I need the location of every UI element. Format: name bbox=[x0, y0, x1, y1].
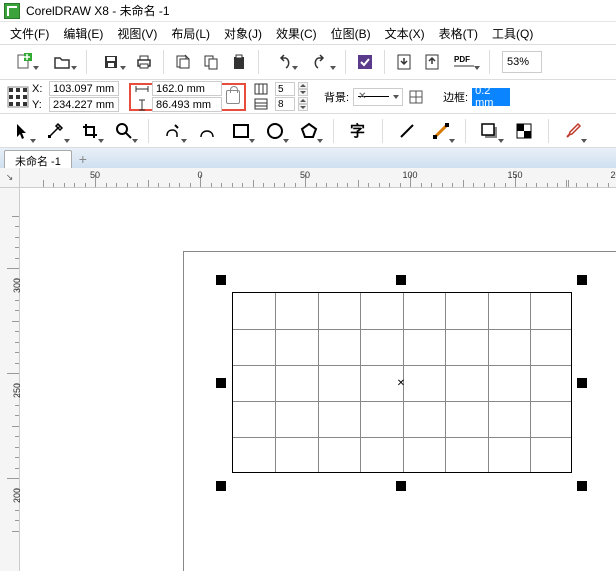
menu-bitmap[interactable]: 位图(B) bbox=[325, 23, 377, 44]
menu-tools[interactable]: 工具(Q) bbox=[486, 23, 539, 44]
new-button[interactable] bbox=[6, 49, 42, 75]
svg-text:PDF: PDF bbox=[454, 55, 470, 64]
menu-table[interactable]: 表格(T) bbox=[433, 23, 484, 44]
zoom-input[interactable]: 53% bbox=[502, 51, 542, 73]
x-label: X: bbox=[32, 83, 46, 95]
selection-handle[interactable] bbox=[216, 378, 226, 388]
property-bar: X: 103.097 mm Y: 234.227 mm 162.0 mm 86.… bbox=[0, 80, 616, 114]
print-button[interactable] bbox=[131, 49, 157, 75]
rowcol-group: 5 8 bbox=[254, 82, 308, 111]
export-button[interactable] bbox=[419, 49, 445, 75]
ruler-label: 150 bbox=[507, 170, 522, 180]
selection-center-icon[interactable]: ✕ bbox=[396, 378, 406, 388]
size-group: 162.0 mm 86.493 mm bbox=[135, 81, 222, 112]
outline-input[interactable]: 0.2 mm bbox=[472, 88, 510, 106]
ellipse-tool[interactable] bbox=[259, 117, 291, 145]
ruler-label: 100 bbox=[402, 170, 417, 180]
canvas-viewport[interactable]: ✕ bbox=[20, 188, 616, 571]
eyedropper-tool[interactable] bbox=[557, 117, 589, 145]
snap-button[interactable] bbox=[352, 49, 378, 75]
position-group: X: 103.097 mm Y: 234.227 mm bbox=[32, 81, 119, 112]
height-input[interactable]: 86.493 mm bbox=[152, 97, 222, 112]
transparency-tool[interactable] bbox=[508, 117, 540, 145]
ruler-label: 200 bbox=[610, 170, 616, 180]
undo-button[interactable] bbox=[265, 49, 301, 75]
selection-handle[interactable] bbox=[396, 481, 406, 491]
pick-tool[interactable] bbox=[6, 117, 38, 145]
ruler-label: 0 bbox=[197, 170, 202, 180]
width-icon bbox=[135, 84, 149, 94]
bg-dropdown[interactable]: ✕ bbox=[353, 88, 403, 106]
selection-handle[interactable] bbox=[577, 275, 587, 285]
selection-handle[interactable] bbox=[216, 275, 226, 285]
lock-ratio-icon[interactable] bbox=[226, 90, 240, 104]
freehand-tool[interactable] bbox=[157, 117, 189, 145]
zoom-tool[interactable] bbox=[108, 117, 140, 145]
y-input[interactable]: 234.227 mm bbox=[49, 97, 119, 112]
rows-input[interactable]: 8 bbox=[275, 97, 295, 111]
standard-toolbar: PDF 53% bbox=[0, 44, 616, 80]
rows-stepper[interactable] bbox=[298, 97, 308, 111]
size-highlight: 162.0 mm 86.493 mm bbox=[129, 83, 246, 111]
cols-icon bbox=[254, 83, 268, 95]
text-tool[interactable]: 字 bbox=[342, 117, 374, 145]
ruler-vertical[interactable]: 300250200 bbox=[0, 188, 20, 571]
ruler-label: 50 bbox=[90, 170, 100, 180]
menu-file[interactable]: 文件(F) bbox=[4, 23, 55, 44]
width-input[interactable]: 162.0 mm bbox=[152, 81, 222, 96]
bezier-tool[interactable] bbox=[191, 117, 223, 145]
menubar: 文件(F) 编辑(E) 视图(V) 布局(L) 对象(J) 效果(C) 位图(B… bbox=[0, 22, 616, 44]
selection-handle[interactable] bbox=[577, 378, 587, 388]
add-tab-button[interactable]: + bbox=[74, 150, 92, 168]
ruler-horizontal[interactable]: 50 0 50 100 150 200 bbox=[20, 168, 616, 188]
ruler-label: 50 bbox=[300, 170, 310, 180]
bg-options-button[interactable] bbox=[405, 84, 427, 110]
line-tool[interactable] bbox=[391, 117, 423, 145]
polygon-tool[interactable] bbox=[293, 117, 325, 145]
menu-view[interactable]: 视图(V) bbox=[111, 23, 163, 44]
app-logo-icon bbox=[4, 3, 20, 19]
outline-label: 边框: bbox=[441, 89, 470, 105]
copy-button[interactable] bbox=[198, 49, 224, 75]
ruler-origin[interactable]: ↘ bbox=[0, 168, 20, 188]
connector-tool[interactable] bbox=[425, 117, 457, 145]
dropshadow-tool[interactable] bbox=[474, 117, 506, 145]
document-tab[interactable]: 未命名 -1 bbox=[4, 150, 72, 168]
toolbox: 字 bbox=[0, 114, 616, 148]
document-tab-bar: 未命名 -1 + bbox=[0, 148, 616, 168]
y-label: Y: bbox=[32, 99, 46, 111]
selection-handle[interactable] bbox=[577, 481, 587, 491]
menu-object[interactable]: 对象(J) bbox=[218, 23, 268, 44]
bg-label: 背景: bbox=[322, 89, 351, 105]
menu-text[interactable]: 文本(X) bbox=[379, 23, 431, 44]
paste-button[interactable] bbox=[226, 49, 252, 75]
canvas-area: ↘ 50 0 50 100 150 200 300250200 bbox=[0, 168, 616, 571]
crop-tool[interactable] bbox=[74, 117, 106, 145]
redo-button[interactable] bbox=[303, 49, 339, 75]
x-input[interactable]: 103.097 mm bbox=[49, 81, 119, 96]
cut-button[interactable] bbox=[170, 49, 196, 75]
window-title: CorelDRAW X8 - 未命名 -1 bbox=[26, 2, 170, 19]
svg-text:字: 字 bbox=[350, 122, 365, 140]
rectangle-tool[interactable] bbox=[225, 117, 257, 145]
menu-layout[interactable]: 布局(L) bbox=[165, 23, 216, 44]
shape-tool[interactable] bbox=[40, 117, 72, 145]
titlebar: CorelDRAW X8 - 未命名 -1 bbox=[0, 0, 616, 22]
rows-icon bbox=[254, 98, 268, 110]
position-icon bbox=[6, 85, 30, 109]
pdf-button[interactable]: PDF bbox=[447, 49, 483, 75]
menu-effect[interactable]: 效果(C) bbox=[270, 23, 323, 44]
import-button[interactable] bbox=[391, 49, 417, 75]
cols-stepper[interactable] bbox=[298, 82, 308, 96]
open-button[interactable] bbox=[44, 49, 80, 75]
selection-handle[interactable] bbox=[396, 275, 406, 285]
save-button[interactable] bbox=[93, 49, 129, 75]
selection-handle[interactable] bbox=[216, 481, 226, 491]
height-icon bbox=[135, 99, 149, 111]
cols-input[interactable]: 5 bbox=[275, 82, 295, 96]
menu-edit[interactable]: 编辑(E) bbox=[57, 23, 109, 44]
